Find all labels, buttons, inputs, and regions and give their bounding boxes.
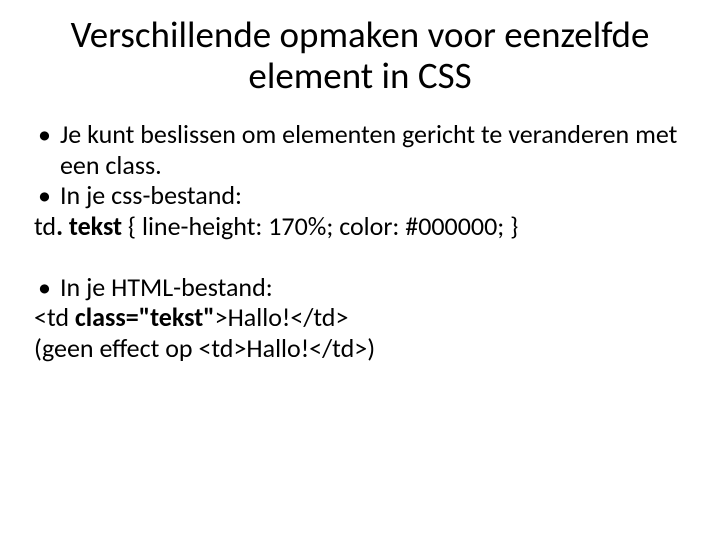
bullet-1: Je kunt beslissen om elementen gericht t…: [34, 119, 686, 180]
bullet-2: In je css-bestand:: [34, 180, 686, 211]
html-class-bold: class="tekst": [75, 301, 215, 333]
note-line: (geen effect op <td>Hallo!</td>): [34, 333, 686, 364]
spacer: [34, 242, 686, 272]
css-example-line: td. tekst { line-height: 170%; color: #0…: [34, 211, 686, 242]
html-remainder: >Hallo!</td>: [215, 301, 349, 333]
css-remainder: { line-height: 170%; color: #000000; }: [122, 210, 518, 242]
bullet-3: In je HTML-bestand:: [34, 272, 686, 303]
slide: Verschillende opmaken voor eenzelfde ele…: [0, 0, 720, 540]
slide-title: Verschillende opmaken voor eenzelfde ele…: [34, 14, 686, 97]
css-prefix: td: [34, 210, 56, 242]
html-prefix: <td: [34, 301, 75, 333]
slide-body: Je kunt beslissen om elementen gericht t…: [34, 119, 686, 364]
html-example-line: <td class="tekst">Hallo!</td>: [34, 302, 686, 333]
css-selector-bold: . tekst: [56, 210, 122, 242]
